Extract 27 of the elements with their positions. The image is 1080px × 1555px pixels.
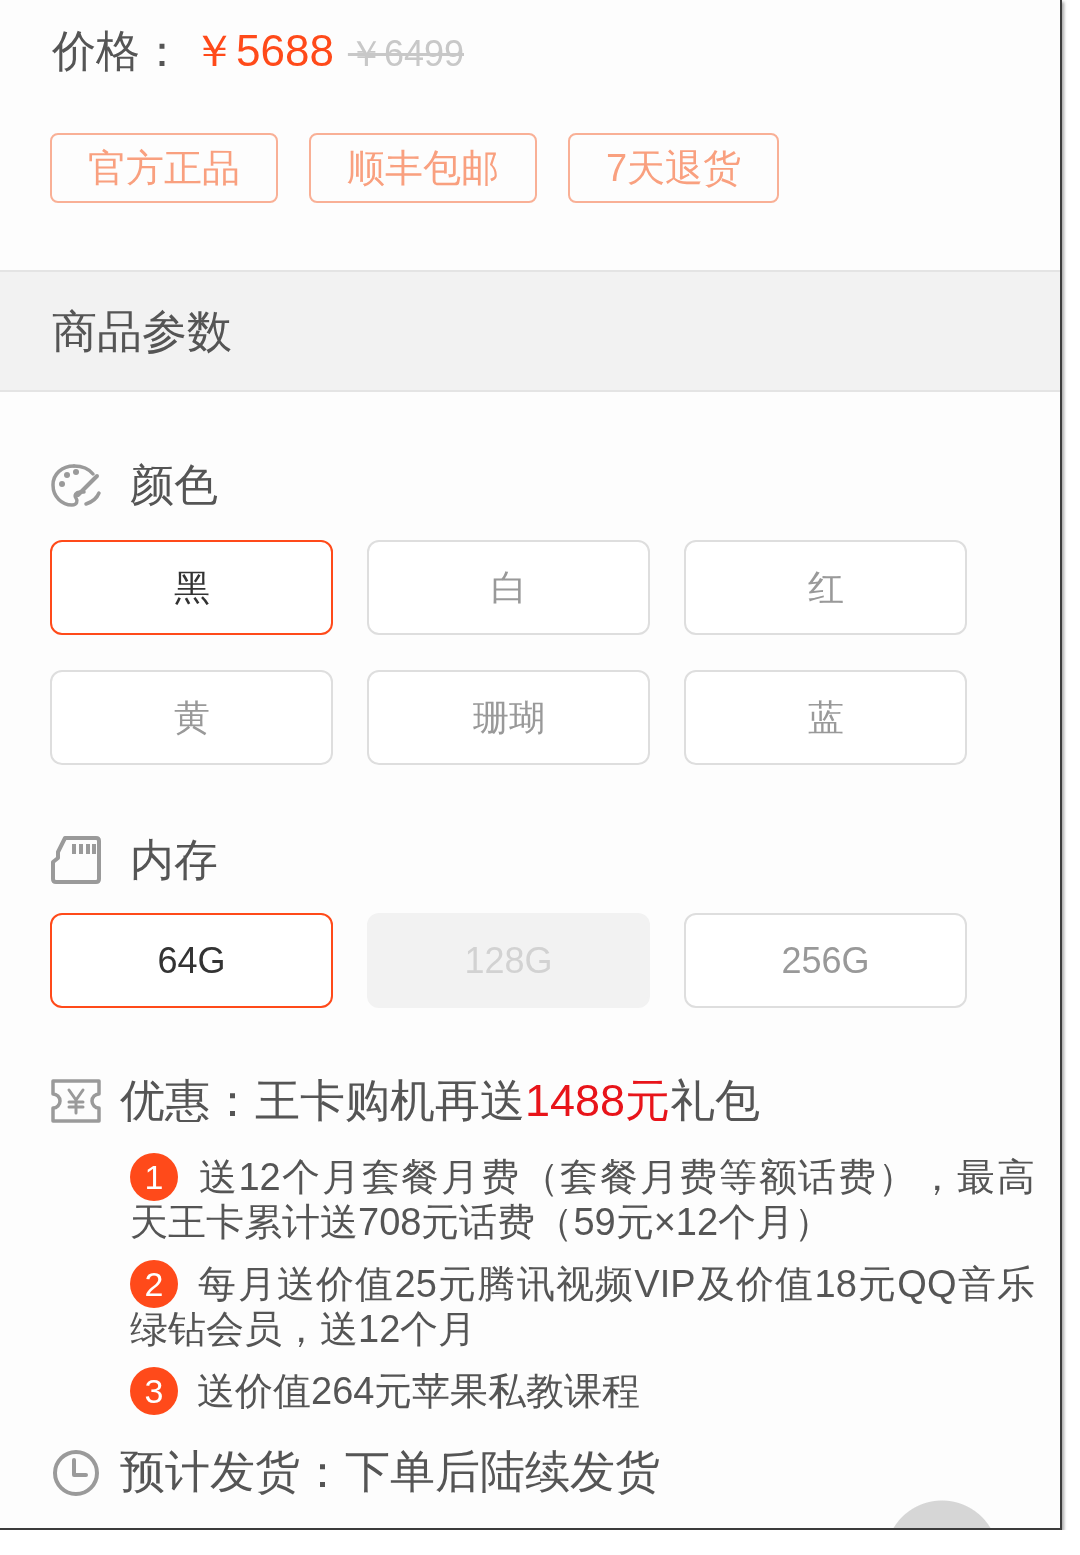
shipping-text: 预计发货：下单后陆续发货: [120, 1447, 660, 1497]
option-title: 颜色: [130, 460, 218, 510]
option-button[interactable]: 黄: [50, 670, 333, 765]
service-tag: 7天退货: [568, 133, 780, 203]
option-button[interactable]: 蓝: [684, 670, 967, 765]
option-button[interactable]: 白: [367, 540, 650, 635]
option-button[interactable]: 珊瑚: [367, 670, 650, 765]
service-tag: 官方正品: [50, 133, 278, 203]
memory-card-icon: [50, 835, 102, 885]
offer-item-text: 2 每月送价值25元腾讯视频VIP及价值18元QQ音乐绿钻会员，送12个月: [130, 1262, 1035, 1352]
clock-icon: [50, 1447, 102, 1497]
option-button[interactable]: 64G: [50, 913, 333, 1008]
coupon-icon: [50, 1076, 102, 1126]
number-badge: 3: [130, 1367, 178, 1415]
number-badge: 2: [130, 1260, 178, 1308]
number-badge: 1: [130, 1153, 178, 1201]
service-tag: 顺丰包邮: [309, 133, 537, 203]
price-label: 价格：: [52, 25, 184, 77]
offer-item-text: 1 送12个月套餐月费（套餐月费等额话费），最高天王卡累计送708元话费（59元×12个月）: [130, 1155, 1035, 1245]
option-button[interactable]: 红: [684, 540, 967, 635]
section-title: 商品参数: [52, 308, 232, 354]
option-title: 内存: [130, 835, 218, 885]
offer-headline: 优惠：王卡购机再送1488元礼包: [120, 1076, 761, 1126]
option-button[interactable]: 黑: [50, 540, 333, 635]
offer-item-text: 3 送价值264元苹果私教课程: [130, 1369, 1035, 1414]
current-price: ￥5688: [192, 25, 334, 77]
option-button[interactable]: 256G: [684, 913, 967, 1008]
